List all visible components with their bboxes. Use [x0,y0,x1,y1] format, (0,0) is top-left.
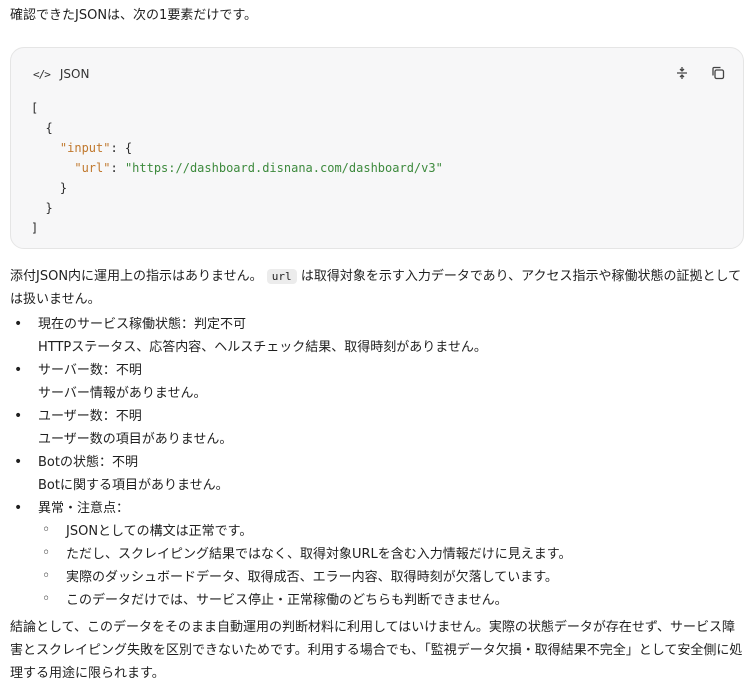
code-block: </> JSON [ { "input": { "url": "https://… [10,47,744,249]
list-item-title: ユーザー数：不明 [38,409,142,424]
code-line: } [31,181,68,195]
notice-paragraph: 添付JSON内に運用上の指示はありません。 url は取得対象を示す入力データで… [10,265,744,311]
json-key-url: "url" [74,161,111,175]
json-url-value: "https://dashboard.disnana.com/dashboard… [124,161,443,175]
json-code: [ { "input": { "url": "https://dashboard… [31,98,443,238]
code-line: ] [31,221,39,235]
list-item-title: Botの状態：不明 [38,455,138,470]
message: 確認できたJSONは、次の1要素だけです。 </> JSON [ { "inpu… [0,0,754,685]
list-item: Botの状態：不明 Botに関する項目がありません。 [10,451,744,497]
list-item-title: サーバー数：不明 [38,363,142,378]
list-item: サーバー数：不明 サーバー情報がありません。 [10,359,744,405]
sub-list-item: JSONとしての構文は正常です。 [38,519,744,543]
list-item-title: 異常・注意点： [38,501,130,516]
code-line: } [31,201,53,215]
sub-list-item: 実際のダッシュボードデータ、取得成否、エラー内容、取得時刻が欠落しています。 [38,565,744,589]
inline-code-url: url [266,269,297,284]
sub-list-item: このデータだけでは、サービス停止・正常稼働のどちらも判断できません。 [38,588,744,612]
code-toolbar [673,64,727,82]
intro-text: 確認できたJSONは、次の1要素だけです。 [10,8,258,23]
code-line: [ [31,101,39,115]
list-item: 現在のサービス稼働状態：判定不可 HTTPステータス、応答内容、ヘルスチェック結… [10,313,744,359]
code-header: </> JSON [33,64,89,84]
copy-icon[interactable] [709,64,727,82]
list-item-detail: サーバー情報がありません。 [38,386,207,401]
list-item-detail: ユーザー数の項目がありません。 [38,432,233,447]
sub-list: JSONとしての構文は正常です。 ただし、スクレイピング結果ではなく、取得対象U… [38,519,744,612]
list-item: ユーザー数：不明 ユーザー数の項目がありません。 [10,405,744,451]
list-item-detail: Botに関する項目がありません。 [38,478,229,493]
code-line: { [31,121,53,135]
notice-text-before: 添付JSON内に運用上の指示はありません。 [10,269,263,284]
list-item: 異常・注意点： JSONとしての構文は正常です。 ただし、スクレイピング結果では… [10,497,744,612]
list-item-title: 現在のサービス稼働状態：判定不可 [38,317,247,332]
json-key-input: "input" [59,141,111,155]
conclusion-paragraph: 結論として、このデータをそのまま自動運用の判断材料に利用してはいけません。実際の… [10,620,743,681]
code-icon: </> [33,67,51,81]
code-punct: : { [110,141,133,155]
code-punct: : [110,161,125,175]
sub-list-item: ただし、スクレイピング結果ではなく、取得対象URLを含む入力情報だけに見えます。 [38,542,744,566]
code-language-label: JSON [59,66,90,81]
list-item-detail: HTTPステータス、応答内容、ヘルスチェック結果、取得時刻がありません。 [38,340,487,355]
expand-icon[interactable] [673,64,691,82]
status-list: 現在のサービス稼働状態：判定不可 HTTPステータス、応答内容、ヘルスチェック結… [10,313,744,612]
